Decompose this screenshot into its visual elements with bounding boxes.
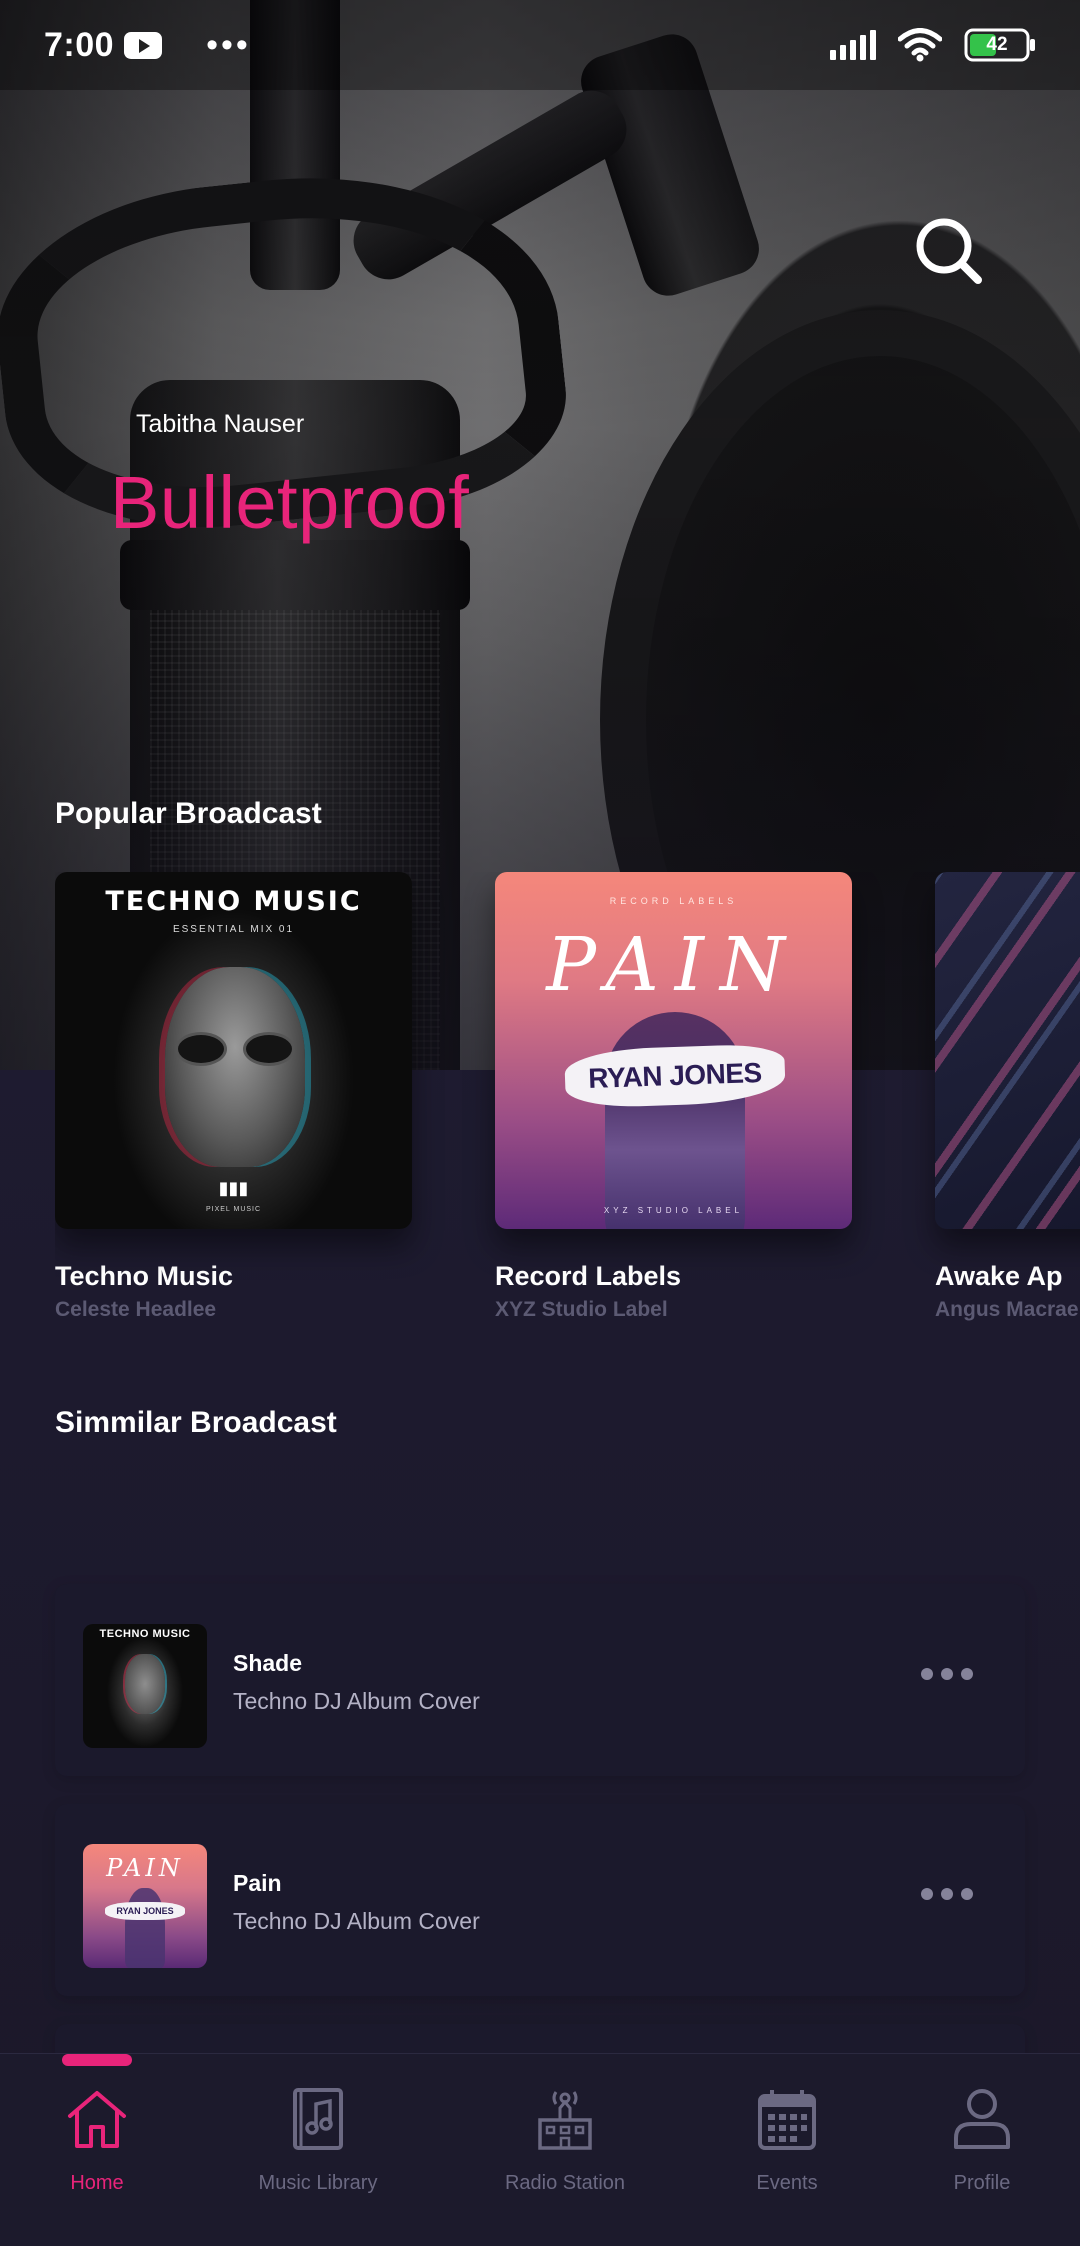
- similar-broadcast-heading: Simmilar Broadcast: [55, 1406, 337, 1439]
- signal-icon: [830, 30, 876, 60]
- thumbnail-name: RYAN JONES: [105, 1902, 185, 1920]
- broadcast-card[interactable]: TECHNO MUSIC ESSENTIAL MIX 01 ▮▮▮ PIXEL …: [55, 872, 412, 1322]
- hero-artist-name: Tabitha Nauser: [136, 410, 305, 438]
- similar-list-item[interactable]: PAIN RYAN JONES Pain Techno DJ Album Cov…: [55, 1804, 1025, 1996]
- album-cover-image[interactable]: [935, 872, 1080, 1229]
- music-library-icon: [293, 2088, 343, 2150]
- status-more-dots: •••: [206, 26, 251, 64]
- nav-label: Profile: [953, 2172, 1011, 2194]
- profile-icon: [954, 2089, 1010, 2149]
- nav-home[interactable]: Home: [7, 2084, 187, 2195]
- nav-profile[interactable]: Profile: [892, 2084, 1072, 2195]
- search-button[interactable]: [912, 214, 988, 290]
- broadcast-card[interactable]: Awake Ap Angus Macrae: [935, 872, 1080, 1322]
- list-item-title: Pain: [233, 1870, 282, 1896]
- card-title[interactable]: Awake Ap: [935, 1261, 1080, 1292]
- popular-broadcast-carousel[interactable]: TECHNO MUSIC ESSENTIAL MIX 01 ▮▮▮ PIXEL …: [55, 872, 1080, 1322]
- cover-face-shape: [165, 967, 305, 1167]
- more-options-icon[interactable]: [921, 1668, 973, 1680]
- bottom-navigation: Home Music Library Radio Station Events …: [0, 2053, 1080, 2246]
- list-item-title: Shade: [233, 1650, 303, 1676]
- calendar-icon: [758, 2090, 816, 2150]
- status-bar: 7:00 ••• 42: [0, 0, 1080, 90]
- nav-radio-station[interactable]: Radio Station: [475, 2084, 655, 2195]
- status-time: 7:00: [44, 25, 115, 64]
- list-item-subtitle: Techno DJ Album Cover: [233, 1688, 480, 1714]
- popular-broadcast-heading: Popular Broadcast: [55, 797, 322, 830]
- home-icon: [68, 2091, 126, 2148]
- thumbnail-person-shape: [125, 1888, 165, 1968]
- thumbnail-face-shape: [125, 1654, 165, 1714]
- card-title[interactable]: Techno Music: [55, 1261, 412, 1292]
- list-item-subtitle: Techno DJ Album Cover: [233, 1908, 480, 1934]
- album-cover-image[interactable]: TECHNO MUSIC ESSENTIAL MIX 01 ▮▮▮ PIXEL …: [55, 872, 412, 1229]
- cover-script-title: PAIN: [546, 922, 801, 1008]
- thumbnail-title: PAIN: [106, 1854, 184, 1882]
- list-thumbnail: PAIN RYAN JONES: [83, 1844, 207, 1968]
- more-options-icon[interactable]: [921, 1888, 973, 1900]
- thumbnail-title: TECHNO MUSIC: [99, 1628, 191, 1640]
- card-title[interactable]: Record Labels: [495, 1261, 852, 1292]
- cover-logo-text: PIXEL MUSIC: [205, 1206, 262, 1213]
- nav-label: Events: [756, 2172, 818, 2194]
- equalizer-logo-icon: ▮▮▮: [218, 1178, 249, 1198]
- album-cover-image[interactable]: RECORD LABELS PAIN RYAN JONES XYZ STUDIO…: [495, 872, 852, 1229]
- cover-name-brush: RYAN JONES: [564, 1043, 786, 1109]
- app-screen: 7:00 ••• 42 Tabitha Nauser Bulletproof P…: [0, 0, 1080, 2246]
- nav-label: Music Library: [258, 2172, 378, 2194]
- radio-station-icon: [538, 2091, 592, 2150]
- card-subtitle: Angus Macrae: [935, 1298, 1079, 1321]
- cover-title: TECHNO MUSIC: [105, 886, 362, 917]
- wifi-icon: [898, 28, 942, 62]
- nav-music-library[interactable]: Music Library: [228, 2084, 408, 2195]
- hero-track-title[interactable]: Bulletproof: [110, 460, 469, 546]
- nav-label: Home: [70, 2172, 124, 2194]
- card-subtitle: XYZ Studio Label: [495, 1298, 668, 1321]
- list-thumbnail: TECHNO MUSIC: [83, 1624, 207, 1748]
- broadcast-card[interactable]: RECORD LABELS PAIN RYAN JONES XYZ STUDIO…: [495, 872, 852, 1322]
- battery-level: 42: [986, 34, 1008, 55]
- cover-subtitle: ESSENTIAL MIX 01: [172, 924, 295, 935]
- cover-label: RECORD LABELS: [609, 896, 738, 906]
- battery-icon: 42: [964, 28, 1036, 62]
- card-subtitle: Celeste Headlee: [55, 1298, 217, 1321]
- nav-label: Radio Station: [504, 2172, 626, 2194]
- similar-list-item[interactable]: TECHNO MUSIC Shade Techno DJ Album Cover: [55, 1584, 1025, 1776]
- cover-footer: XYZ STUDIO LABEL: [603, 1206, 744, 1215]
- search-icon: [916, 218, 982, 284]
- youtube-icon: [124, 31, 163, 59]
- active-tab-indicator: [62, 2054, 132, 2066]
- status-indicators: 42: [830, 28, 1036, 62]
- nav-events[interactable]: Events: [697, 2084, 877, 2195]
- cover-glasses-shape: [175, 1032, 295, 1066]
